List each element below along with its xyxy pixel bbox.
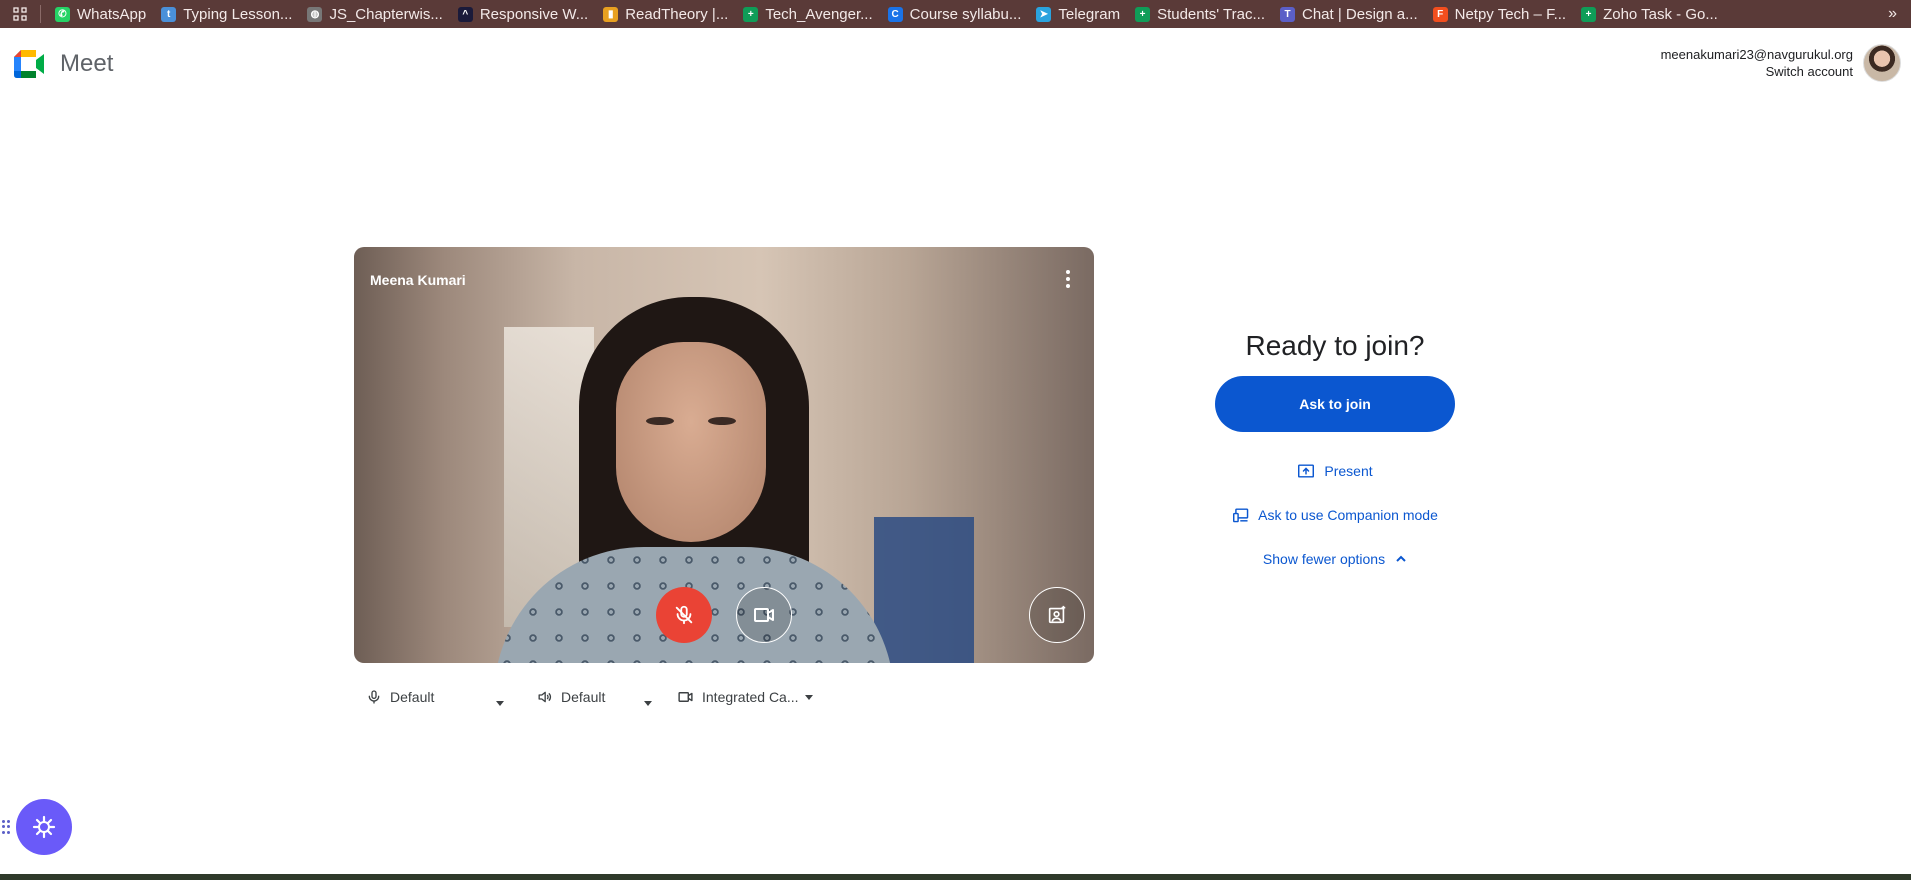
visual-effects-icon	[1048, 605, 1066, 624]
videocam-icon	[678, 692, 693, 702]
bookmark-item[interactable]: + Students' Trac...	[1129, 0, 1274, 28]
globe-icon: ◍	[307, 6, 323, 22]
whatsapp-icon: ✆	[55, 6, 70, 22]
speaker-icon	[538, 691, 552, 703]
background-shelf	[874, 517, 974, 663]
bookmark-item[interactable]: ✆ WhatsApp	[49, 0, 155, 28]
microphone-value: Default	[390, 689, 435, 705]
videocam-icon	[754, 608, 774, 622]
sheets-icon: +	[743, 6, 759, 22]
more-options-icon[interactable]	[1058, 267, 1078, 291]
camera-button[interactable]	[736, 587, 792, 643]
bookmark-label: ReadTheory |...	[625, 5, 729, 23]
person-face	[616, 342, 766, 542]
teams-icon: T	[1280, 6, 1295, 22]
telegram-icon: ➤	[1036, 6, 1052, 22]
typing-icon: t	[161, 6, 177, 22]
bookmark-label: Chat | Design a...	[1302, 5, 1418, 23]
present-icon	[1298, 464, 1315, 478]
video-preview: Meena Kumari	[354, 247, 1094, 663]
ask-to-join-button[interactable]: Ask to join	[1215, 376, 1455, 432]
bookmark-label: Netpy Tech – F...	[1454, 5, 1567, 23]
mic-off-button[interactable]	[656, 587, 712, 643]
responsive-icon: ^	[457, 6, 473, 22]
chevron-up-icon	[1396, 555, 1406, 562]
companion-mode-label: Ask to use Companion mode	[1258, 507, 1438, 523]
bookmark-label: Course syllabu...	[909, 5, 1022, 23]
bookmark-item[interactable]: F Netpy Tech – F...	[1427, 0, 1575, 28]
sparkle-icon	[32, 815, 56, 839]
bookmark-label: Telegram	[1058, 5, 1121, 23]
app-title: Meet	[60, 50, 114, 77]
mic-off-icon	[675, 605, 693, 625]
extension-fab-button[interactable]	[16, 799, 72, 855]
bookmarks-divider	[40, 5, 41, 23]
switch-account-link[interactable]: Switch account	[1661, 63, 1853, 80]
meet-logo[interactable]: Meet	[14, 50, 113, 78]
drag-handle-icon[interactable]	[2, 820, 12, 834]
bookmark-item[interactable]: C Course syllabu...	[882, 0, 1031, 28]
visual-effects-button[interactable]	[1029, 587, 1085, 643]
speaker-select[interactable]: Default	[504, 689, 677, 706]
bookmark-label: JS_Chapterwis...	[329, 5, 443, 23]
companion-mode-icon	[1233, 508, 1249, 523]
sheets-icon: +	[1581, 6, 1597, 22]
bookmark-label: Tech_Avenger...	[765, 5, 873, 23]
camera-select[interactable]: Integrated Ca...	[677, 689, 837, 705]
bookmark-item[interactable]: t Typing Lesson...	[155, 0, 301, 28]
bookmark-label: Zoho Task - Go...	[1603, 5, 1718, 23]
bookmark-label: Responsive W...	[479, 5, 589, 23]
show-fewer-options-label: Show fewer options	[1262, 551, 1386, 567]
right-eye	[708, 417, 736, 425]
readtheory-icon: ▮	[603, 6, 619, 22]
participant-name: Meena Kumari	[370, 272, 466, 288]
more-bookmarks-button[interactable]: »	[1888, 0, 1897, 28]
apps-grid-icon[interactable]	[0, 0, 40, 28]
bookmark-item[interactable]: + Tech_Avenger...	[737, 0, 881, 28]
bookmark-item[interactable]: ^ Responsive W...	[452, 0, 597, 28]
bookmark-label: Students' Trac...	[1157, 5, 1265, 23]
sheets-icon: +	[1135, 6, 1151, 22]
show-fewer-options-button[interactable]: Show fewer options	[1210, 548, 1460, 570]
bookmark-item[interactable]: ▮ ReadTheory |...	[597, 0, 737, 28]
meet-logo-icon	[14, 50, 44, 78]
bookmark-item[interactable]: T Chat | Design a...	[1274, 0, 1427, 28]
chevron-down-icon	[496, 701, 504, 706]
avatar[interactable]	[1863, 44, 1901, 82]
chevron-down-icon	[804, 694, 813, 700]
join-title: Ready to join?	[1245, 330, 1425, 361]
companion-mode-button[interactable]: Ask to use Companion mode	[1210, 504, 1460, 526]
left-eye	[646, 417, 674, 425]
present-label: Present	[1324, 463, 1373, 479]
device-selectors: Default Default Integrated Ca...	[354, 680, 954, 714]
speaker-value: Default	[561, 689, 606, 705]
account-info: meenakumari23@navgurukul.org Switch acco…	[1661, 46, 1853, 80]
figma-icon: F	[1432, 6, 1448, 22]
bookmark-item[interactable]: ➤ Telegram	[1030, 0, 1129, 28]
bookmark-item[interactable]: ◍ JS_Chapterwis...	[301, 0, 451, 28]
course-icon: C	[887, 6, 903, 22]
microphone-select[interactable]: Default	[354, 689, 504, 706]
account-email: meenakumari23@navgurukul.org	[1660, 47, 1853, 62]
bookmarks-bar: ✆ WhatsApp t Typing Lesson... ◍ JS_Chapterwis…	[0, 0, 1911, 28]
bookmark-label: Typing Lesson...	[183, 5, 293, 23]
chevron-down-icon	[644, 701, 652, 706]
microphone-icon	[368, 690, 380, 704]
bookmark-label: WhatsApp	[77, 5, 147, 23]
join-panel: Ready to join? Ask to join Present Ask t…	[1210, 330, 1460, 570]
meet-header: Meet meenakumari23@navgurukul.org Switch…	[0, 28, 1911, 103]
bottom-edge	[0, 874, 1911, 880]
bookmark-item[interactable]: + Zoho Task - Go...	[1575, 0, 1727, 28]
camera-value: Integrated Ca...	[702, 689, 799, 705]
present-button[interactable]: Present	[1210, 460, 1460, 482]
